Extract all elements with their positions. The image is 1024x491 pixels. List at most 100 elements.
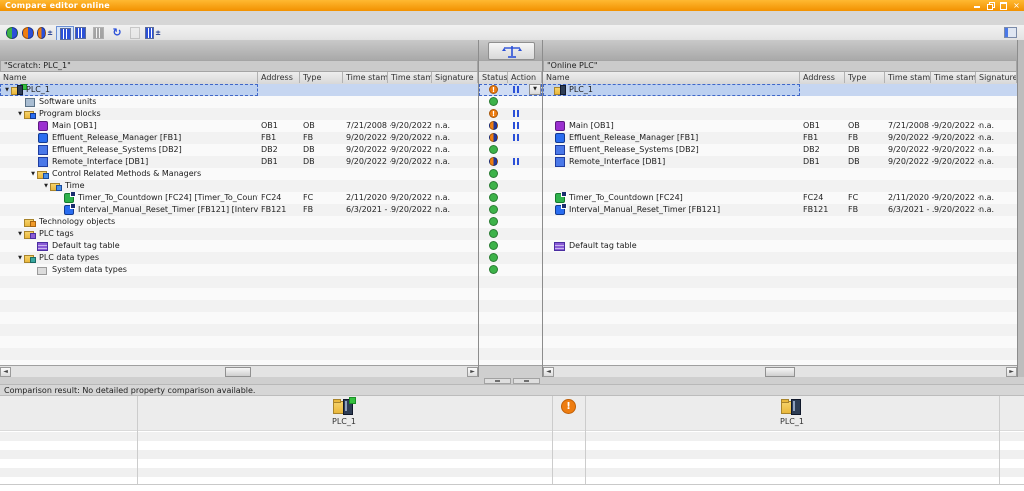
table-row-online[interactable] — [543, 228, 1017, 240]
refresh-comparison-icon[interactable]: ↻ — [109, 26, 125, 39]
overview-comparison-icon[interactable] — [72, 26, 88, 39]
synchronize-icon[interactable]: ± — [145, 26, 161, 39]
restore-icon[interactable] — [986, 1, 995, 10]
table-row-offline[interactable]: ▼Time — [0, 180, 478, 192]
table-row-offline[interactable]: Default tag table — [0, 240, 478, 252]
column-header-action[interactable]: Action — [508, 72, 542, 83]
show-identical-and-different-objects-icon[interactable] — [4, 26, 20, 39]
no-action-icon — [513, 158, 519, 165]
scroll-left-icon[interactable]: ◄ — [543, 367, 554, 377]
table-row-offline[interactable]: ▼ Control Related Methods & Managers — [0, 168, 478, 180]
scroll-handle[interactable] — [765, 367, 795, 377]
fb-block-ver-icon — [554, 205, 567, 215]
cell-value — [931, 216, 979, 228]
column-header-signature[interactable]: Signature — [432, 72, 478, 83]
action-dropdown-button[interactable]: ▼ — [529, 84, 541, 95]
cell-value — [976, 216, 1017, 228]
synchronize-view-icon[interactable] — [1002, 26, 1018, 39]
column-header-status[interactable]: Status — [479, 72, 508, 83]
table-row-online[interactable]: Effluent_Release_Systems [DB2]DB2DB9/20/… — [543, 144, 1017, 156]
table-row-offline[interactable]: Main [OB1]OB1OB7/21/2008 -...9/20/2022 -… — [0, 120, 478, 132]
cell-value: 7/21/2008 -... — [343, 120, 391, 132]
comparison-result-text: Comparison result: No detailed property … — [4, 386, 255, 395]
column-header-time-stamp-[interactable]: Time stamp... — [931, 72, 976, 83]
cell-value: n.a. — [976, 204, 1017, 216]
scroll-handle[interactable] — [225, 367, 251, 377]
table-row-offline[interactable]: Software units — [0, 96, 478, 108]
expander-icon[interactable]: ▼ — [16, 252, 24, 264]
compare-scales-button[interactable] — [488, 42, 535, 60]
column-header-name[interactable]: Name — [543, 72, 800, 83]
table-row-offline[interactable]: ▼Program blocks — [0, 108, 478, 120]
online-device-label: PLC_1 — [762, 417, 822, 426]
document-glyph — [130, 27, 140, 39]
expander-icon[interactable]: ▼ — [16, 108, 24, 120]
compare-scales-icon — [501, 45, 523, 58]
column-header-type[interactable]: Type — [300, 72, 343, 83]
table-row-online[interactable] — [543, 252, 1017, 264]
name-cell — [543, 168, 800, 180]
table-row-online[interactable] — [543, 264, 1017, 276]
column-header-signature[interactable]: Signature — [976, 72, 1017, 83]
change-action-icon[interactable]: ± — [37, 26, 53, 39]
table-row-offline[interactable]: Timer_To_Countdown [FC24] [Timer_To_Coun… — [0, 192, 478, 204]
table-row-online[interactable]: Effluent_Release_Manager [FB1]FB1FB9/20/… — [543, 132, 1017, 144]
scroll-right-icon[interactable]: ► — [467, 367, 478, 377]
cell-value — [432, 84, 478, 96]
expander-icon[interactable]: ▼ — [16, 228, 24, 240]
maximize-icon[interactable] — [999, 1, 1008, 10]
expander-icon[interactable]: ▼ — [42, 180, 50, 192]
status-filler — [479, 276, 542, 365]
online-device[interactable]: PLC_1 — [762, 397, 822, 426]
column-header-address[interactable]: Address — [800, 72, 845, 83]
table-row-online[interactable] — [543, 168, 1017, 180]
table-row-online[interactable]: Timer_To_Countdown [FC24]FC24FC2/11/2020… — [543, 192, 1017, 204]
table-row-offline[interactable]: System data types — [0, 264, 478, 276]
table-row-online[interactable]: Default tag table — [543, 240, 1017, 252]
table-row-offline[interactable]: Effluent_Release_Systems [DB2]DB2DB9/20/… — [0, 144, 478, 156]
cell-value — [931, 180, 979, 192]
status-warning-icon: ! — [489, 109, 498, 118]
cell-value — [432, 252, 478, 264]
table-row-online[interactable]: PLC_1 — [543, 84, 1017, 96]
table-row-offline[interactable]: Remote_Interface [DB1]DB1DB9/20/2022 -..… — [0, 156, 478, 168]
table-row-offline[interactable]: Effluent_Release_Manager [FB1]FB1FB9/20/… — [0, 132, 478, 144]
column-header-type[interactable]: Type — [845, 72, 885, 83]
table-row-online[interactable]: Remote_Interface [DB1]DB1DB9/20/2022 -..… — [543, 156, 1017, 168]
row-label: Control Related Methods & Managers — [52, 168, 201, 180]
table-row-offline[interactable]: Interval_Manual_Reset_Timer [FB121] [Int… — [0, 204, 478, 216]
cell-value — [885, 84, 934, 96]
detect-assignment-icon[interactable] — [90, 26, 106, 39]
table-row-online[interactable] — [543, 96, 1017, 108]
column-header-address[interactable]: Address — [258, 72, 300, 83]
offline-device[interactable]: PLC_1 — [314, 397, 374, 426]
table-row-online[interactable] — [543, 216, 1017, 228]
offline-panel: "Scratch: PLC_1" NameAddressTypeTime sta… — [0, 40, 479, 377]
column-header-name[interactable]: Name — [0, 72, 258, 83]
expander-icon[interactable]: ▼ — [29, 168, 37, 180]
scroll-right-icon[interactable]: ► — [1006, 367, 1017, 377]
name-cell: Default tag table — [0, 240, 258, 252]
expander-icon[interactable]: ▼ — [3, 84, 11, 96]
show-objects-with-differences-icon[interactable] — [20, 26, 36, 39]
table-row-online[interactable]: Main [OB1]OB1OB7/21/2008 -...9/20/2022 -… — [543, 120, 1017, 132]
table-row-online[interactable]: Interval_Manual_Reset_Timer [FB121]FB121… — [543, 204, 1017, 216]
column-header-time-stamp-[interactable]: Time stamp... — [388, 72, 432, 83]
minimize-icon[interactable] — [973, 1, 982, 10]
close-icon[interactable]: × — [1012, 1, 1021, 10]
table-row-online[interactable] — [543, 108, 1017, 120]
column-header-time-stamp-[interactable]: Time stamp... — [343, 72, 388, 83]
cell-value — [800, 168, 848, 180]
scroll-left-icon[interactable]: ◄ — [0, 367, 11, 377]
table-row-online[interactable] — [543, 180, 1017, 192]
cell-value — [432, 108, 478, 120]
table-row-offline[interactable]: ▼PLC_1 — [0, 84, 478, 96]
table-row-offline[interactable]: ▼PLC data types — [0, 252, 478, 264]
table-row-offline[interactable]: ▼PLC tags — [0, 228, 478, 240]
plc-folder-green-icon — [11, 85, 24, 95]
column-header-time-stamp-[interactable]: Time stamp... — [885, 72, 931, 83]
cell-value — [845, 264, 888, 276]
name-cell: PLC_1 — [543, 84, 800, 96]
export-icon[interactable] — [127, 26, 143, 39]
table-row-offline[interactable]: Technology objects — [0, 216, 478, 228]
